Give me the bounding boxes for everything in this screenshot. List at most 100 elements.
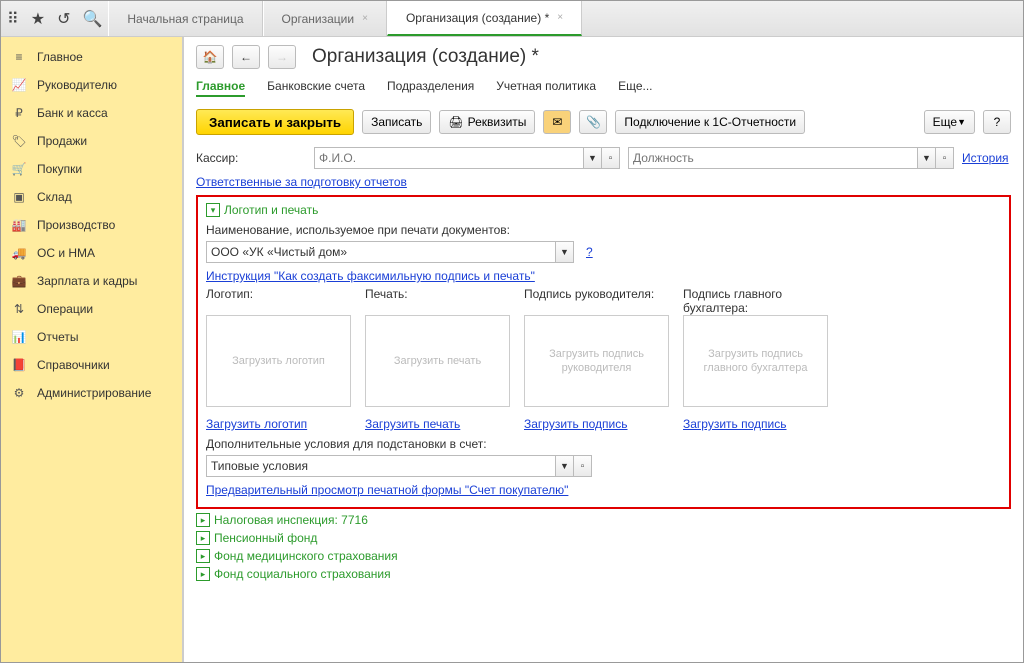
- dropdown-button[interactable]: ▼: [584, 147, 602, 169]
- open-button[interactable]: ▫: [602, 147, 620, 169]
- gear-icon: ⚙: [11, 386, 27, 400]
- dropdown-button[interactable]: ▼: [556, 241, 574, 263]
- nav-toolbar: 🏠 ← → Организация (создание) *: [184, 37, 1023, 73]
- tab-label: Организации: [282, 12, 355, 26]
- sidebar-item-admin[interactable]: ⚙Администрирование: [1, 379, 182, 407]
- upload-logo-col: Логотип: Загрузить логотип Загрузить лог…: [206, 287, 351, 431]
- apps-icon[interactable]: ⠿: [7, 9, 19, 29]
- top-icons: ⠿ ★ ↺ 🔍: [1, 1, 108, 36]
- save-button[interactable]: Записать: [362, 110, 431, 134]
- close-icon[interactable]: ×: [362, 13, 368, 24]
- star-icon[interactable]: ★: [31, 9, 45, 29]
- subtab-subdiv[interactable]: Подразделения: [387, 79, 474, 97]
- print-name-label: Наименование, используемое при печати до…: [206, 223, 1001, 237]
- director-label: Подпись руководителя:: [524, 287, 669, 315]
- upload-stamp-link[interactable]: Загрузить печать: [365, 417, 510, 431]
- book-icon: 📕: [11, 358, 27, 372]
- upload-director-link[interactable]: Загрузить подпись: [524, 417, 669, 431]
- sidebar-item-assets[interactable]: 🚚ОС и НМА: [1, 239, 182, 267]
- expander-fss[interactable]: ▸Фонд социального страхования: [196, 567, 1011, 581]
- dropdown-button[interactable]: ▼: [918, 147, 936, 169]
- help-link[interactable]: ?: [586, 245, 593, 259]
- tag-icon: 🏷: [11, 134, 27, 148]
- connect-1c-button[interactable]: Подключение к 1С-Отчетности: [615, 110, 805, 134]
- tab-label: Организация (создание) *: [406, 11, 549, 25]
- logo-label: Логотип:: [206, 287, 351, 315]
- cashier-label: Кассир:: [196, 151, 306, 165]
- cashier-position-input[interactable]: [628, 147, 918, 169]
- open-button[interactable]: ▫: [936, 147, 954, 169]
- logo-section-highlight: ▾ Логотип и печать Наименование, использ…: [196, 195, 1011, 509]
- tab-start[interactable]: Начальная страница: [108, 1, 262, 36]
- upload-accountant-box[interactable]: Загрузить подпись главного бухгалтера: [683, 315, 828, 407]
- attach-button[interactable]: 📎: [579, 110, 607, 134]
- subtab-more[interactable]: Еще...: [618, 79, 652, 97]
- sidebar-item-reports[interactable]: 📊Отчеты: [1, 323, 182, 351]
- history-icon[interactable]: ↺: [57, 9, 70, 29]
- subtab-main[interactable]: Главное: [196, 79, 245, 97]
- open-button[interactable]: ▫: [574, 455, 592, 477]
- mail-button[interactable]: ✉: [543, 110, 571, 134]
- subtab-policy[interactable]: Учетная политика: [496, 79, 596, 97]
- section-logo-toggle[interactable]: ▾ Логотип и печать: [206, 203, 1001, 217]
- sidebar-item-label: Главное: [37, 50, 83, 64]
- ruble-icon: ₽: [11, 106, 27, 120]
- history-link[interactable]: История: [962, 151, 1009, 165]
- upload-accountant-link[interactable]: Загрузить подпись: [683, 417, 828, 431]
- home-button[interactable]: 🏠: [196, 45, 224, 69]
- tabs: Начальная страница Организации × Организа…: [108, 1, 582, 36]
- responsible-link[interactable]: Ответственные за подготовку отчетов: [196, 175, 407, 189]
- upload-director-box[interactable]: Загрузить подпись руководителя: [524, 315, 669, 407]
- expander-tax[interactable]: ▸Налоговая инспекция: 7716: [196, 513, 1011, 527]
- subtab-bank[interactable]: Банковские счета: [267, 79, 365, 97]
- tab-create-org[interactable]: Организация (создание) * ×: [387, 1, 582, 36]
- extra-cond-input[interactable]: [206, 455, 556, 477]
- button-label: Еще: [933, 115, 957, 129]
- close-icon[interactable]: ×: [557, 12, 563, 23]
- dropdown-button[interactable]: ▼: [556, 455, 574, 477]
- action-toolbar: Записать и закрыть Записать 🖨Реквизиты ✉…: [184, 105, 1023, 143]
- sidebar-item-label: Операции: [37, 302, 93, 316]
- print-name-input[interactable]: [206, 241, 556, 263]
- sidebar-item-bank[interactable]: ₽Банк и касса: [1, 99, 182, 127]
- upload-logo-box[interactable]: Загрузить логотип: [206, 315, 351, 407]
- help-button[interactable]: ?: [983, 110, 1011, 134]
- sidebar-item-warehouse[interactable]: ▣Склад: [1, 183, 182, 211]
- preview-link[interactable]: Предварительный просмотр печатной формы …: [206, 483, 568, 497]
- sidebar-item-main[interactable]: ≡Главное: [1, 43, 182, 71]
- extra-cond-row: ▼ ▫: [206, 455, 1001, 477]
- sidebar-item-refs[interactable]: 📕Справочники: [1, 351, 182, 379]
- sidebar-item-production[interactable]: 🏭Производство: [1, 211, 182, 239]
- expander-fms[interactable]: ▸Фонд медицинского страхования: [196, 549, 1011, 563]
- upload-logo-link[interactable]: Загрузить логотип: [206, 417, 351, 431]
- search-icon[interactable]: 🔍: [82, 9, 102, 29]
- sidebar-item-label: Производство: [37, 218, 115, 232]
- chevron-down-icon: ▼: [957, 117, 966, 127]
- form-area: Кассир: ▼ ▫ ▼ ▫ История Ответственные за…: [184, 143, 1023, 595]
- upload-stamp-box[interactable]: Загрузить печать: [365, 315, 510, 407]
- upload-stamp-col: Печать: Загрузить печать Загрузить печат…: [365, 287, 510, 431]
- sidebar-item-hr[interactable]: 💼Зарплата и кадры: [1, 267, 182, 295]
- sidebar-item-operations[interactable]: ⇅ Операции: [1, 295, 182, 323]
- extra-cond-combo: ▼ ▫: [206, 455, 592, 477]
- wallet-icon: 💼: [11, 274, 27, 288]
- sidebar-item-sales[interactable]: 🏷Продажи: [1, 127, 182, 155]
- ops-icon: ⇅: [11, 302, 27, 316]
- sidebar-item-purchases[interactable]: 🛒Покупки: [1, 155, 182, 183]
- expander-pfr[interactable]: ▸Пенсионный фонд: [196, 531, 1011, 545]
- save-close-button[interactable]: Записать и закрыть: [196, 109, 354, 135]
- forward-button[interactable]: →: [268, 45, 296, 69]
- expander-label: Фонд медицинского страхования: [214, 549, 398, 563]
- requisites-button[interactable]: 🖨Реквизиты: [439, 110, 535, 134]
- tab-orgs[interactable]: Организации ×: [263, 1, 387, 36]
- instruction-link[interactable]: Инструкция "Как создать факсимильную под…: [206, 269, 535, 283]
- upload-columns: Логотип: Загрузить логотип Загрузить лог…: [206, 287, 1001, 431]
- more-button[interactable]: Еще ▼: [924, 110, 975, 134]
- back-button[interactable]: ←: [232, 45, 260, 69]
- sidebar-item-label: Покупки: [37, 162, 82, 176]
- sidebar-item-label: Склад: [37, 190, 72, 204]
- chevron-right-icon: ▸: [196, 567, 210, 581]
- sidebar-item-manager[interactable]: 📈Руководителю: [1, 71, 182, 99]
- page-title: Организация (создание) *: [312, 46, 539, 68]
- cashier-fio-input[interactable]: [314, 147, 584, 169]
